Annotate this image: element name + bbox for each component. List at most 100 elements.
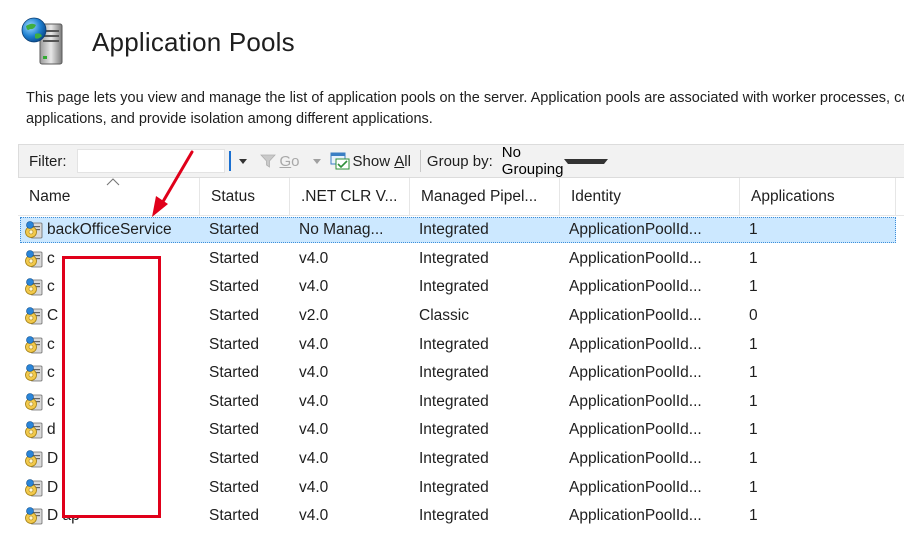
filter-label: Filter: [29, 152, 67, 170]
cell-applications: 1 [749, 364, 758, 382]
cell-clr-version: v4.0 [299, 392, 329, 410]
go-button[interactable]: Go [257, 148, 303, 174]
cell-pipeline-mode: Integrated [419, 278, 489, 296]
pool-name: c [47, 335, 55, 353]
chevron-down-icon [563, 158, 608, 164]
cell-pipeline-mode: Integrated [419, 450, 489, 468]
show-all-label: ll [404, 152, 411, 170]
cell-clr-version: v4.0 [299, 278, 329, 296]
app-pool-icon [25, 507, 43, 525]
filter-history-dropdown[interactable] [227, 149, 237, 173]
column-header-clr-version[interactable]: .NET CLR V... [290, 178, 410, 215]
group-by-label: Group by: [426, 152, 493, 170]
cell-clr-version: v4.0 [299, 478, 329, 496]
cell-clr-version: v4.0 [299, 450, 329, 468]
column-header-identity[interactable]: Identity [560, 178, 740, 215]
column-header-status[interactable]: Status [200, 178, 290, 215]
application-pools-icon [18, 16, 70, 68]
cell-pipeline-mode: Integrated [419, 478, 489, 496]
cell-clr-version: v4.0 [299, 335, 329, 353]
filter-toolbar: Filter: Go Show All Group by: No Groupin… [18, 144, 904, 178]
page-header: Application Pools [18, 14, 295, 70]
go-label: o [291, 152, 300, 170]
go-dropdown-chevron-icon[interactable] [312, 158, 321, 164]
cell-pipeline-mode: Integrated [419, 392, 489, 410]
cell-identity: ApplicationPoolId... [569, 478, 702, 496]
cell-identity: ApplicationPoolId... [569, 221, 702, 239]
cell-identity: ApplicationPoolId... [569, 335, 702, 353]
go-label-accelerator: G [279, 152, 292, 170]
description-line-1: This page lets you view and manage the l… [26, 90, 904, 106]
cell-name: backOfficeService [20, 217, 200, 243]
cell-status: Started [209, 478, 259, 496]
app-pool-icon [25, 421, 43, 439]
pool-name: d [47, 421, 56, 439]
page-description: This page lets you view and manage the l… [26, 88, 904, 130]
cell-applications: 1 [749, 507, 758, 525]
show-all-button[interactable]: Show All [327, 148, 414, 174]
cell-status: Started [209, 221, 259, 239]
column-header-applications[interactable]: Applications [740, 178, 896, 215]
cell-applications: 1 [749, 478, 758, 496]
page-title: Application Pools [92, 26, 295, 57]
cell-identity: ApplicationPoolId... [569, 507, 702, 525]
funnel-icon [259, 154, 276, 168]
pool-name: c [47, 249, 55, 267]
app-pool-icon [25, 250, 43, 268]
cell-status: Started [209, 307, 259, 325]
group-by-select[interactable]: No Grouping [501, 144, 730, 178]
app-pool-icon [25, 221, 43, 239]
cell-pipeline-mode: Integrated [419, 507, 489, 525]
toolbar-separator [419, 150, 421, 172]
cell-pipeline-mode: Integrated [419, 249, 489, 267]
chevron-down-icon[interactable] [238, 158, 247, 164]
cell-clr-version: v4.0 [299, 421, 329, 439]
cell-status: Started [209, 364, 259, 382]
cell-identity: ApplicationPoolId... [569, 392, 702, 410]
cell-identity: ApplicationPoolId... [569, 450, 702, 468]
cell-identity: ApplicationPoolId... [569, 307, 702, 325]
cell-status: Started [209, 507, 259, 525]
cell-clr-version: v4.0 [299, 249, 329, 267]
filter-input[interactable] [76, 149, 225, 173]
cell-applications: 1 [749, 278, 758, 296]
pool-name: c [47, 364, 55, 382]
cell-clr-version: v2.0 [299, 307, 329, 325]
app-pool-icon [25, 478, 43, 497]
cell-clr-version: v4.0 [299, 364, 329, 382]
cell-applications: 1 [749, 335, 758, 353]
pool-name: c [47, 278, 55, 296]
app-pool-icon [25, 307, 43, 325]
cell-identity: ApplicationPoolId... [569, 364, 702, 382]
show-all-icon [330, 152, 350, 170]
cell-clr-version: v4.0 [299, 507, 329, 525]
cell-status: Started [209, 421, 259, 439]
cell-identity: ApplicationPoolId... [569, 278, 702, 296]
cell-pipeline-mode: Integrated [419, 421, 489, 439]
app-pool-icon [25, 393, 43, 411]
column-header-pipeline-mode[interactable]: Managed Pipel... [410, 178, 560, 215]
pool-name: c [47, 392, 55, 410]
cell-applications: 1 [749, 450, 758, 468]
app-pool-icon [25, 450, 43, 468]
sort-ascending-icon [106, 178, 120, 186]
table-row[interactable]: backOfficeService Started No Manag... Integ… [20, 217, 896, 244]
cell-pipeline-mode: Classic [419, 307, 469, 325]
cell-pipeline-mode: Integrated [419, 364, 489, 382]
cell-pipeline-mode: Integrated [419, 335, 489, 353]
group-by-value: No Grouping [501, 144, 564, 178]
redaction-box [62, 256, 161, 518]
pool-name: D [47, 478, 59, 496]
cell-identity: ApplicationPoolId... [569, 249, 702, 267]
cell-identity: ApplicationPoolId... [569, 421, 702, 439]
cell-applications: 0 [749, 307, 758, 325]
cell-applications: 1 [749, 221, 758, 239]
cell-status: Started [209, 249, 259, 267]
app-pool-icon [25, 335, 43, 354]
cell-status: Started [209, 278, 259, 296]
app-pool-icon [25, 364, 43, 382]
show-label: Show [352, 152, 395, 170]
cell-applications: 1 [749, 249, 758, 267]
cell-clr-version: No Manag... [299, 221, 384, 239]
cell-pipeline-mode: Integrated [419, 221, 489, 239]
